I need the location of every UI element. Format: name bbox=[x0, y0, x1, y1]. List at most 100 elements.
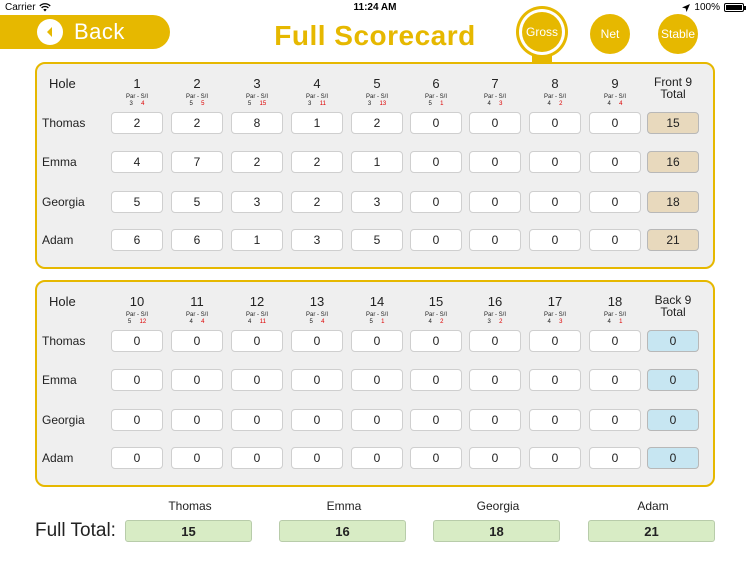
score-input[interactable]: 0 bbox=[231, 409, 283, 431]
par-si-values: 5 15 bbox=[231, 101, 283, 108]
score-input[interactable]: 0 bbox=[111, 369, 163, 391]
score-input[interactable]: 0 bbox=[469, 191, 521, 213]
score-input[interactable]: 0 bbox=[529, 447, 581, 469]
score-input[interactable]: 0 bbox=[291, 330, 343, 352]
score-input[interactable]: 0 bbox=[351, 447, 403, 469]
score-input[interactable]: 0 bbox=[351, 369, 403, 391]
score-input[interactable]: 0 bbox=[589, 191, 641, 213]
score-input[interactable]: 0 bbox=[529, 112, 581, 134]
score-input[interactable]: 3 bbox=[351, 191, 403, 213]
score-input[interactable]: 4 bbox=[111, 151, 163, 173]
score-input[interactable]: 0 bbox=[529, 330, 581, 352]
stableford-mode-button[interactable]: Stable bbox=[658, 14, 698, 54]
player-name: Adam bbox=[42, 233, 74, 247]
score-input[interactable]: 0 bbox=[171, 330, 223, 352]
par-si-values: 3 4 bbox=[111, 101, 163, 108]
score-input[interactable]: 0 bbox=[291, 447, 343, 469]
score-input[interactable]: 0 bbox=[589, 112, 641, 134]
score-input[interactable]: 0 bbox=[469, 330, 521, 352]
status-bar: Carrier 11:24 AM 100% bbox=[0, 0, 750, 16]
par-si-caption: Par - S/I bbox=[424, 94, 447, 100]
score-input[interactable]: 0 bbox=[231, 447, 283, 469]
score-input[interactable]: 0 bbox=[171, 409, 223, 431]
score-input[interactable]: 5 bbox=[111, 191, 163, 213]
score-input[interactable]: 2 bbox=[291, 151, 343, 173]
score-input[interactable]: 0 bbox=[529, 191, 581, 213]
score-input[interactable]: 0 bbox=[469, 447, 521, 469]
player-name: Adam bbox=[42, 451, 74, 465]
score-input[interactable]: 0 bbox=[111, 447, 163, 469]
full-total-player-name: Georgia bbox=[476, 499, 520, 513]
hole-number: 3 bbox=[253, 76, 261, 91]
score-input[interactable]: 0 bbox=[529, 409, 581, 431]
score-input[interactable]: 0 bbox=[469, 229, 521, 251]
hole-stroke-index: 2 bbox=[440, 319, 444, 325]
score-input[interactable]: 0 bbox=[589, 369, 641, 391]
section-total-cell: 0 bbox=[647, 369, 699, 391]
score-input[interactable]: 6 bbox=[111, 229, 163, 251]
hole-number: 14 bbox=[369, 294, 385, 309]
score-input[interactable]: 0 bbox=[589, 229, 641, 251]
hole-stroke-index: 4 bbox=[321, 319, 325, 325]
score-input[interactable]: 0 bbox=[589, 330, 641, 352]
score-input[interactable]: 0 bbox=[589, 151, 641, 173]
score-input[interactable]: 0 bbox=[410, 112, 462, 134]
score-input[interactable]: 2 bbox=[291, 191, 343, 213]
score-input[interactable]: 8 bbox=[231, 112, 283, 134]
hole-par-si: Par - S/I 5 1 bbox=[410, 94, 462, 108]
score-input[interactable]: 1 bbox=[291, 112, 343, 134]
score-input[interactable]: 1 bbox=[351, 151, 403, 173]
score-input[interactable]: 6 bbox=[171, 229, 223, 251]
score-input[interactable]: 2 bbox=[111, 112, 163, 134]
score-input[interactable]: 0 bbox=[410, 447, 462, 469]
gross-mode-button[interactable]: Gross bbox=[522, 12, 562, 52]
score-input[interactable]: 0 bbox=[410, 369, 462, 391]
score-input[interactable]: 7 bbox=[171, 151, 223, 173]
section-total-cell: 0 bbox=[647, 447, 699, 469]
hole-stroke-index: 11 bbox=[319, 101, 326, 107]
score-input[interactable]: 5 bbox=[351, 229, 403, 251]
section-total-header: Front 9 Total bbox=[643, 76, 703, 100]
score-input[interactable]: 2 bbox=[171, 112, 223, 134]
score-input[interactable]: 0 bbox=[529, 369, 581, 391]
score-input[interactable]: 0 bbox=[410, 191, 462, 213]
full-total-value: 21 bbox=[588, 520, 715, 542]
score-input[interactable]: 0 bbox=[111, 409, 163, 431]
net-mode-button[interactable]: Net bbox=[590, 14, 630, 54]
score-input[interactable]: 0 bbox=[410, 229, 462, 251]
score-input[interactable]: 0 bbox=[529, 229, 581, 251]
score-input[interactable]: 0 bbox=[111, 330, 163, 352]
score-input[interactable]: 0 bbox=[171, 447, 223, 469]
par-si-values: 4 4 bbox=[589, 101, 641, 108]
hole-number: 13 bbox=[309, 294, 325, 309]
score-input[interactable]: 0 bbox=[469, 409, 521, 431]
score-input[interactable]: 1 bbox=[231, 229, 283, 251]
score-input[interactable]: 0 bbox=[469, 112, 521, 134]
par-si-values: 4 2 bbox=[529, 101, 581, 108]
score-input[interactable]: 0 bbox=[410, 409, 462, 431]
score-input[interactable]: 3 bbox=[291, 229, 343, 251]
score-input[interactable]: 0 bbox=[469, 151, 521, 173]
score-input[interactable]: 5 bbox=[171, 191, 223, 213]
score-input[interactable]: 0 bbox=[589, 409, 641, 431]
score-input[interactable]: 0 bbox=[231, 330, 283, 352]
full-total-player-name: Thomas bbox=[168, 499, 212, 513]
score-input[interactable]: 2 bbox=[351, 112, 403, 134]
score-input[interactable]: 2 bbox=[231, 151, 283, 173]
score-input[interactable]: 0 bbox=[171, 369, 223, 391]
score-input[interactable]: 3 bbox=[231, 191, 283, 213]
score-input[interactable]: 0 bbox=[351, 409, 403, 431]
hole-stroke-index: 2 bbox=[559, 101, 563, 107]
section-total-subtitle: Total bbox=[660, 305, 686, 319]
score-input[interactable]: 0 bbox=[291, 409, 343, 431]
score-input[interactable]: 0 bbox=[469, 369, 521, 391]
hole-stroke-index: 1 bbox=[619, 319, 623, 325]
score-input[interactable]: 0 bbox=[589, 447, 641, 469]
score-input[interactable]: 0 bbox=[351, 330, 403, 352]
score-input[interactable]: 0 bbox=[529, 151, 581, 173]
par-si-values: 4 11 bbox=[231, 319, 283, 326]
score-input[interactable]: 0 bbox=[410, 151, 462, 173]
score-input[interactable]: 0 bbox=[231, 369, 283, 391]
score-input[interactable]: 0 bbox=[410, 330, 462, 352]
score-input[interactable]: 0 bbox=[291, 369, 343, 391]
